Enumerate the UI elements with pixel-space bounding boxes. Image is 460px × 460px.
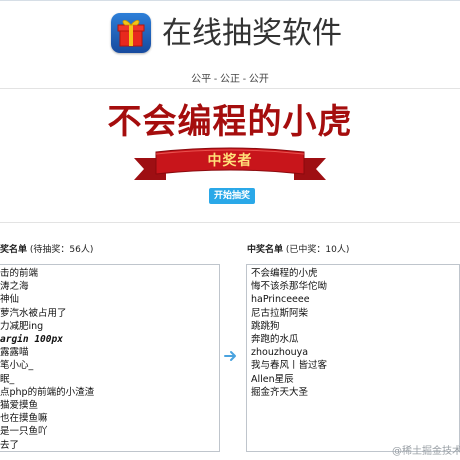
winners-list[interactable]: 不会编程的小虎 悔不该杀那华佗呦 haPrinceeee 尼古拉斯阿柴 跳跳狗 … <box>246 264 460 452</box>
list-item[interactable]: 去了 <box>0 439 219 451</box>
candidates-count: (待抽奖：56人) <box>29 245 94 255</box>
app-header: 在线抽奖软件 <box>0 0 460 62</box>
divider <box>0 88 460 89</box>
list-item[interactable]: 涛之海 <box>0 280 219 293</box>
list-item[interactable]: 萝汽水被占用了 <box>0 307 219 320</box>
candidates-list[interactable]: 击的前端 涛之海 神仙 萝汽水被占用了 力减肥ing argin 100px 露… <box>0 264 220 452</box>
current-winner: 不会编程的小虎 <box>107 102 353 142</box>
list-item[interactable]: 是一只鱼吖 <box>0 425 219 438</box>
list-item[interactable]: haPrinceeee <box>247 293 459 306</box>
list-item[interactable]: 眠_ <box>0 373 219 386</box>
arrow-right-icon <box>224 351 236 361</box>
app-title: 在线抽奖软件 <box>162 16 342 51</box>
start-draw-button[interactable]: 开始抽奖 <box>209 188 255 204</box>
list-item[interactable]: 不会编程的小虎 <box>247 267 459 280</box>
winners-header: 中奖名单 (已中奖：10人) <box>247 244 349 256</box>
list-item[interactable]: 露露喵 <box>0 346 219 359</box>
winners-count: (已中奖：10人) <box>285 245 350 255</box>
app-subtitle: 公平 - 公正 - 公开 <box>191 74 269 85</box>
candidates-header: 奖名单 (待抽奖：56人) <box>0 244 93 256</box>
watermark: @稀土掘金技术 <box>392 446 460 457</box>
winners-title: 中奖名单 <box>247 245 284 255</box>
list-item[interactable]: 神仙 <box>0 293 219 306</box>
list-item[interactable]: 我与春风丨皆过客 <box>247 359 459 372</box>
list-item[interactable]: 点php的前端的小渣渣 <box>0 386 219 399</box>
gift-box-icon <box>111 13 151 53</box>
winner-ribbon: 中奖者 <box>130 146 330 186</box>
list-item[interactable]: 掘金齐天大圣 <box>247 386 459 399</box>
divider <box>0 222 460 223</box>
list-item[interactable]: 击的前端 <box>0 267 219 280</box>
list-item[interactable]: argin 100px <box>0 333 219 346</box>
ribbon-label: 中奖者 <box>207 153 253 169</box>
list-item[interactable]: 悔不该杀那华佗呦 <box>247 280 459 293</box>
list-item[interactable]: 奔跑的水瓜 <box>247 333 459 346</box>
list-item[interactable]: 笔小心_ <box>0 359 219 372</box>
list-item[interactable]: 也在摸鱼嘛 <box>0 412 219 425</box>
list-item[interactable]: 尼古拉斯阿柴 <box>247 307 459 320</box>
list-item[interactable]: zhouzhouya <box>247 346 459 359</box>
candidates-title: 奖名单 <box>0 245 28 255</box>
list-item[interactable]: 力减肥ing <box>0 320 219 333</box>
list-item[interactable]: Allen星辰 <box>247 373 459 386</box>
list-item[interactable]: 猫爱摸鱼 <box>0 399 219 412</box>
list-item[interactable]: 跳跳狗 <box>247 320 459 333</box>
